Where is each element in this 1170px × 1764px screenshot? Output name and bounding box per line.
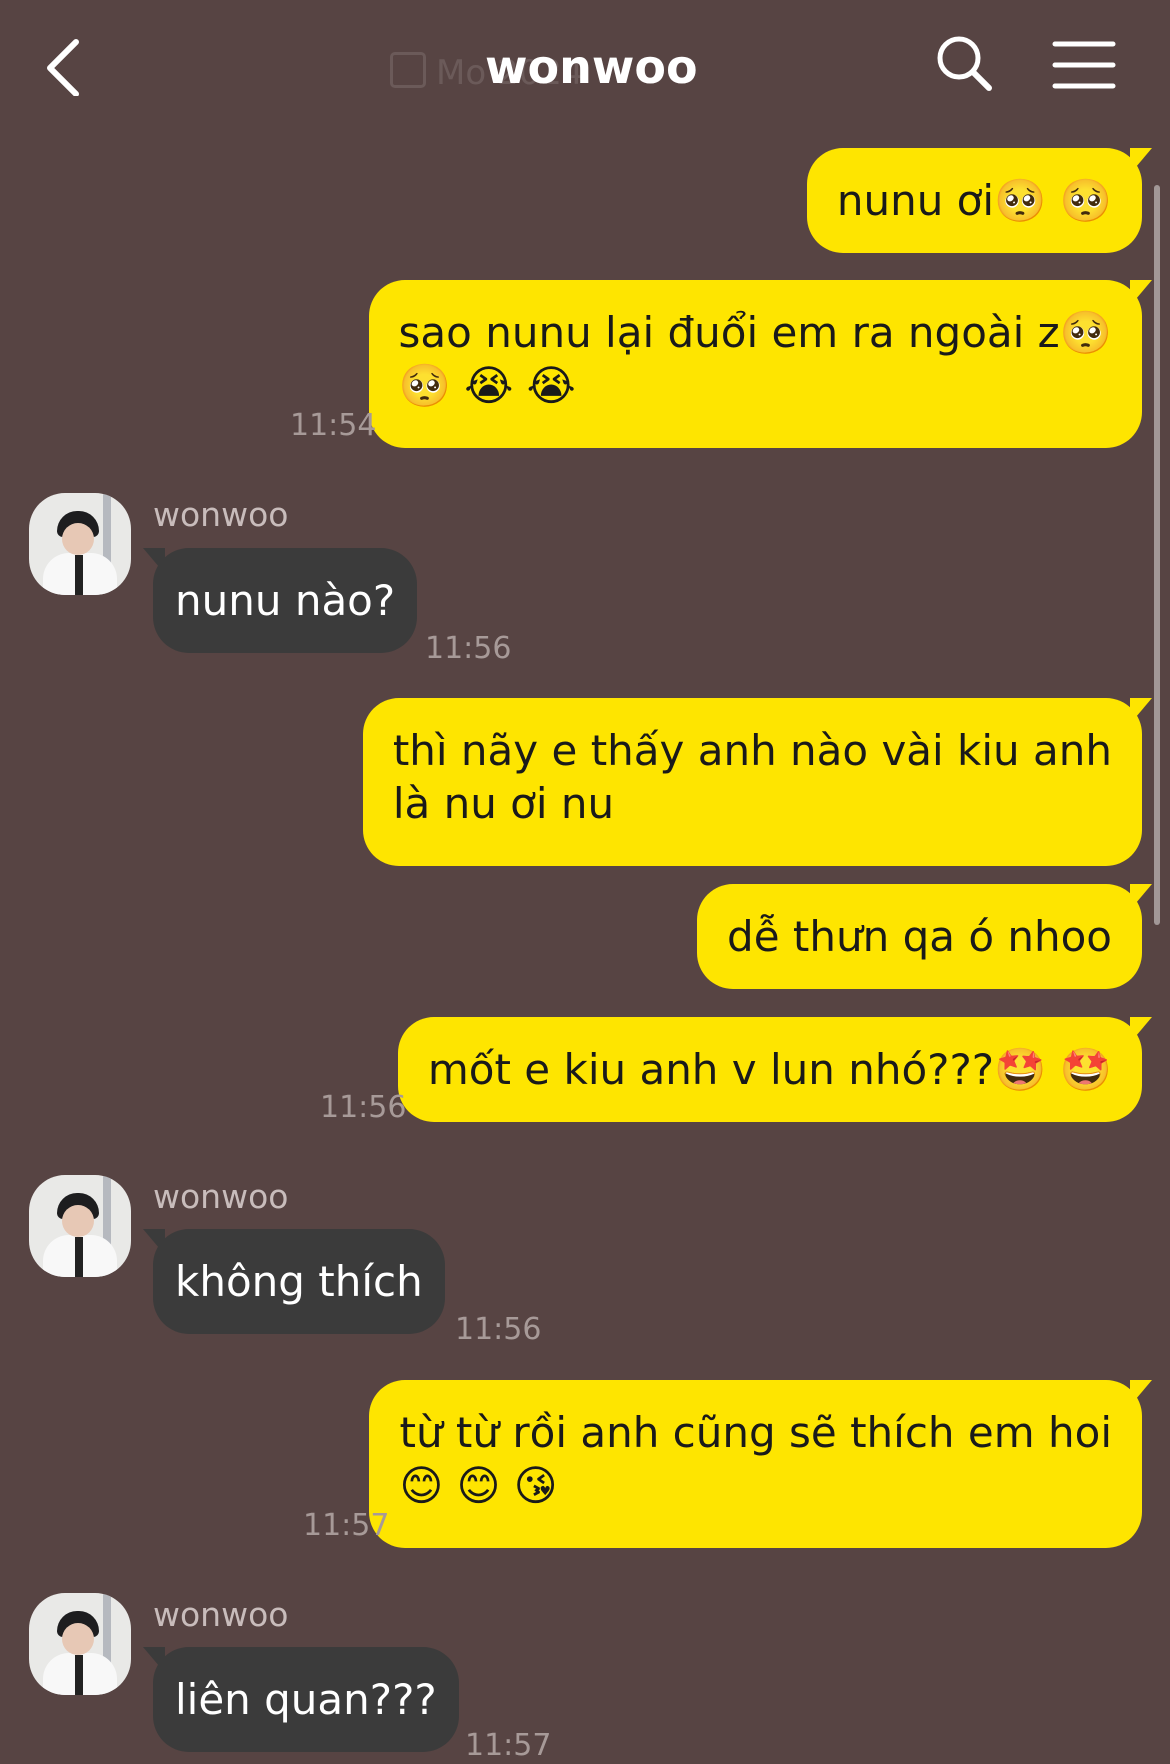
- sent-message-bubble[interactable]: nunu ơi🥺 🥺: [806, 148, 1153, 253]
- menu-icon[interactable]: [1052, 40, 1116, 90]
- received-message-bubble[interactable]: liên quan???: [143, 1647, 459, 1752]
- received-message-bubble[interactable]: không thích: [143, 1229, 445, 1334]
- chat-header: Mo 2024 wonwoo: [0, 0, 1170, 135]
- sent-message-bubble[interactable]: thì nãy e thấy anh nào vài kiu anh là nu…: [362, 698, 1153, 866]
- back-arrow-icon[interactable]: [40, 36, 100, 97]
- sender-name: wonwoo: [153, 1177, 289, 1216]
- message-time: 11:57: [465, 1728, 552, 1763]
- sent-message-bubble[interactable]: dễ thưn qa ó nhoo: [697, 884, 1152, 989]
- message-time: 11:54: [290, 408, 377, 443]
- message-time: 11:56: [425, 631, 512, 666]
- sent-message-bubble[interactable]: sao nunu lại đuổi em ra ngoài z🥺 🥺 😭 😭: [368, 280, 1153, 448]
- message-time: 11:56: [455, 1312, 542, 1347]
- avatar[interactable]: [29, 1593, 131, 1695]
- received-message-bubble[interactable]: nunu nào?: [142, 548, 418, 653]
- search-icon[interactable]: [935, 34, 995, 94]
- chat-title: wonwoo: [485, 40, 698, 94]
- message-time: 11:57: [303, 1508, 390, 1543]
- sent-message-bubble[interactable]: từ từ rồi anh cũng sẽ thích em hoi 😊 😊 😘: [369, 1380, 1152, 1548]
- message-time: 11:56: [320, 1090, 407, 1125]
- avatar[interactable]: [29, 493, 131, 595]
- scrollbar[interactable]: [1154, 185, 1160, 925]
- sender-name: wonwoo: [153, 495, 289, 534]
- calendar-icon: [390, 52, 426, 88]
- avatar[interactable]: [29, 1175, 131, 1277]
- sent-message-bubble[interactable]: mốt e kiu anh v lun nhó???🤩 🤩: [397, 1017, 1153, 1122]
- sender-name: wonwoo: [153, 1595, 289, 1634]
